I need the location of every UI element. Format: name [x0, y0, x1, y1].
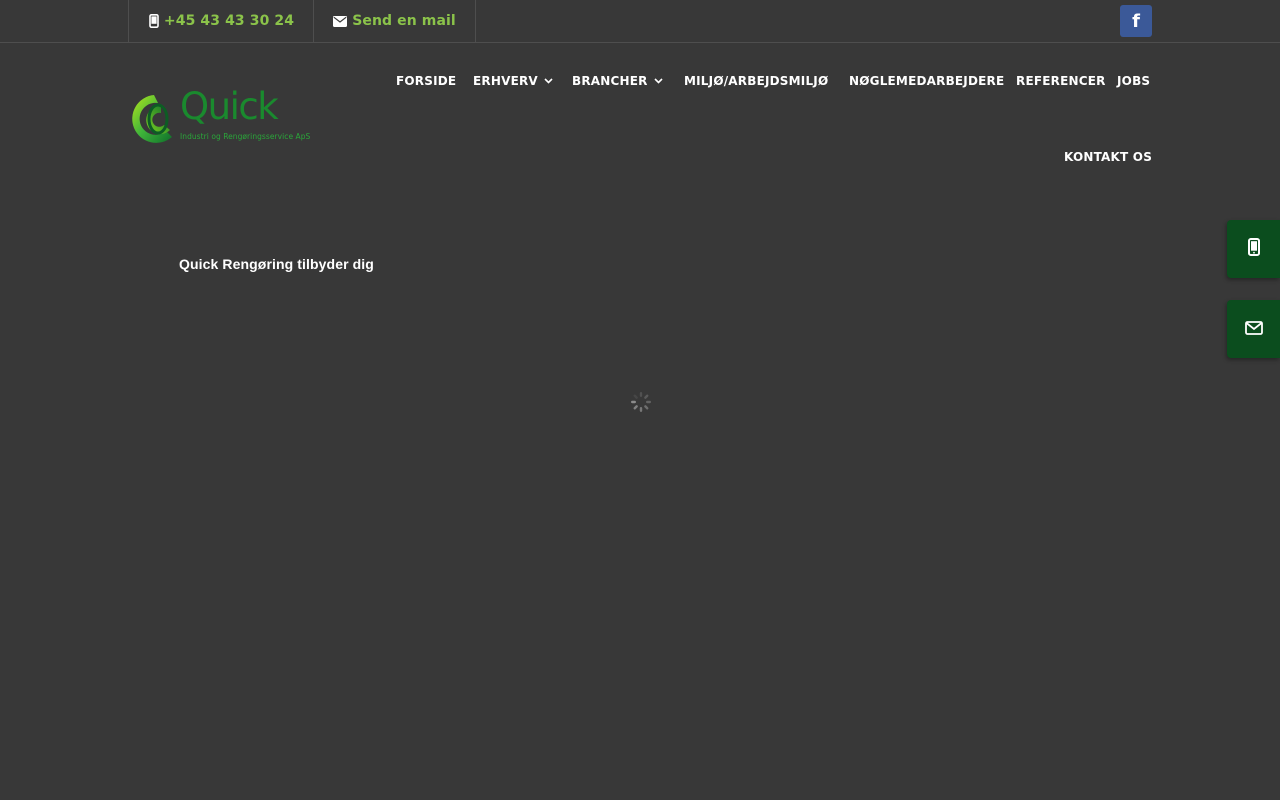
nav-item-noglemedarbejdere[interactable]: NØGLEMEDARBEJDERE [849, 73, 1004, 89]
facebook-icon: f [1132, 10, 1140, 32]
spinner-icon [628, 389, 654, 415]
email-label: Send en mail [352, 13, 456, 29]
side-email-button[interactable] [1227, 300, 1280, 358]
nav-item-label: JOBS [1117, 74, 1151, 88]
intro-text: Quick Rengøring tilbyder dig [179, 256, 374, 272]
nav-item-label: REFERENCER [1016, 74, 1106, 88]
email-link[interactable]: Send en mail [313, 0, 476, 42]
facebook-button[interactable]: f [1120, 5, 1152, 37]
phone-link[interactable]: +45 43 43 30 24 [128, 0, 314, 42]
nav-item-referencer[interactable]: REFERENCER [1016, 73, 1106, 89]
nav-item-miljo[interactable]: MILJØ/ARBEJDSMILJØ [684, 73, 828, 89]
logo-mark-icon [132, 95, 172, 143]
mobile-phone-icon [1247, 238, 1260, 260]
nav-item-label: BRANCHER [572, 74, 648, 88]
logo-tagline: Industri og Rengøringsservice ApS [180, 132, 311, 141]
mobile-phone-icon [149, 14, 159, 28]
nav-item-brancher[interactable]: BRANCHER [572, 73, 663, 89]
site-logo[interactable]: Quick Industri og Rengøringsservice ApS [128, 88, 328, 146]
side-phone-button[interactable] [1227, 220, 1280, 278]
nav-item-label: MILJØ/ARBEJDSMILJØ [684, 74, 829, 88]
nav-item-label: KONTAKT OS [1064, 150, 1153, 164]
chevron-down-icon [544, 78, 553, 84]
phone-number: +45 43 43 30 24 [163, 13, 295, 29]
chevron-down-icon [654, 78, 663, 84]
envelope-icon [1244, 320, 1263, 339]
nav-item-kontakt[interactable]: KONTAKT OS [1064, 149, 1152, 165]
nav-item-jobs[interactable]: JOBS [1117, 73, 1150, 89]
envelope-icon [333, 15, 348, 27]
nav-item-label: FORSIDE [396, 74, 457, 88]
nav-item-label: NØGLEMEDARBEJDERE [849, 74, 1005, 88]
nav-item-forside[interactable]: FORSIDE [396, 73, 456, 89]
top-bar: +45 43 43 30 24 Send en mail f [0, 0, 1280, 43]
nav-item-erhverv[interactable]: ERHVERV [473, 73, 553, 89]
logo-wordmark: Quick [180, 85, 279, 128]
nav-item-label: ERHVERV [473, 74, 538, 88]
